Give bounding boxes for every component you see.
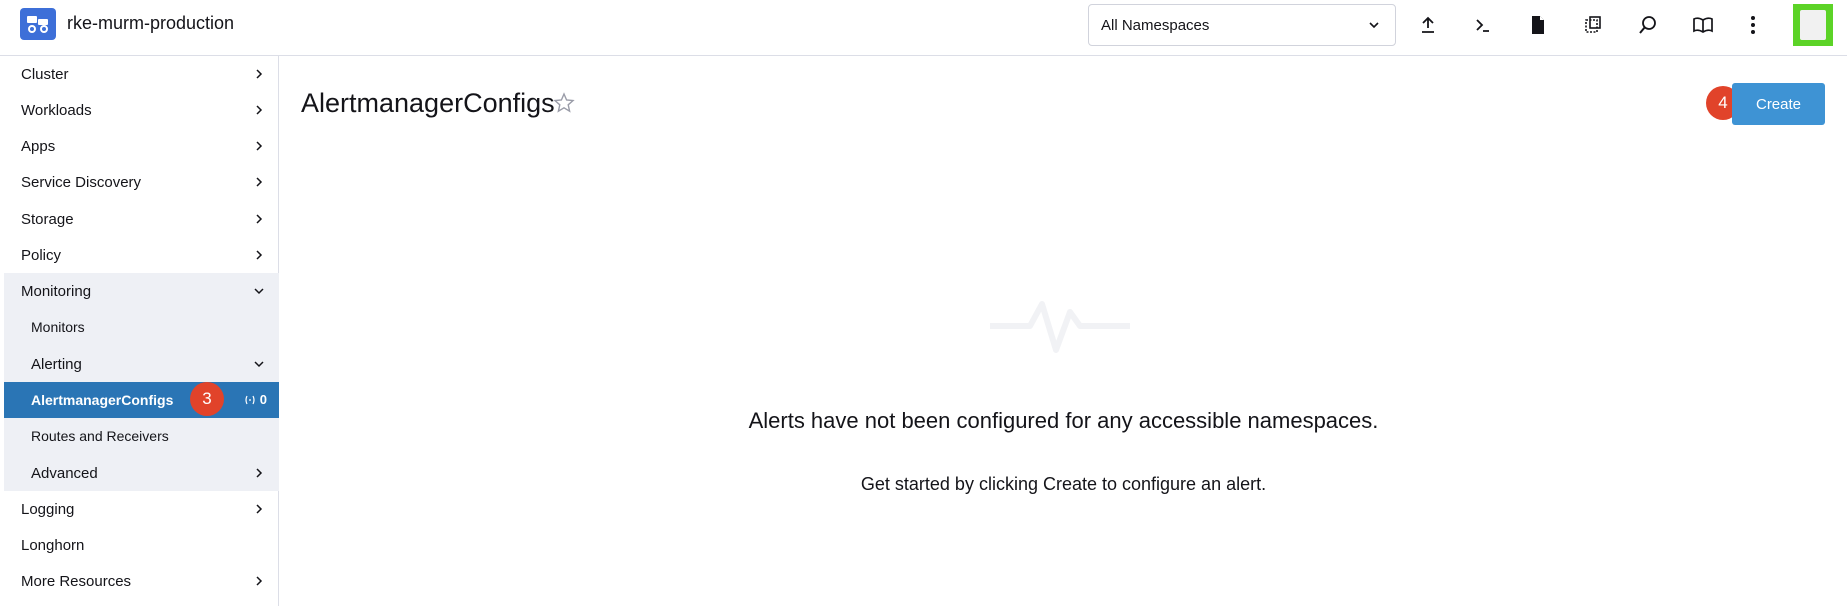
- sidebar-item-alertmanagerconfigs[interactable]: AlertmanagerConfigs 0: [4, 382, 279, 418]
- chevron-right-icon: [256, 576, 263, 586]
- sidebar-item-label: Alerting: [31, 355, 82, 373]
- page-title: AlertmanagerConfigs: [301, 88, 555, 118]
- chevron-down-icon: [254, 288, 264, 295]
- sidebar-item-workloads[interactable]: Workloads: [4, 92, 279, 128]
- copy-config-icon[interactable]: [1580, 12, 1606, 38]
- sidebar-item-apps[interactable]: Apps: [4, 128, 279, 164]
- book-icon[interactable]: [1690, 12, 1716, 38]
- sidebar-item-label: Policy: [21, 246, 62, 264]
- sidebar-item-cluster[interactable]: Cluster: [4, 56, 279, 92]
- sidebar-item-alerting[interactable]: Alerting: [4, 346, 279, 382]
- sidebar-item-label: Cluster: [21, 65, 69, 83]
- sidebar-item-label: Storage: [21, 210, 74, 228]
- sidebar-item-label: Service Discovery: [21, 173, 142, 191]
- chevron-right-icon: [256, 250, 263, 260]
- sidebar-item-label: Longhorn: [21, 536, 85, 554]
- sidebar-item-label: Routes and Receivers: [31, 428, 169, 444]
- sidebar-item-service-discovery[interactable]: Service Discovery: [4, 164, 279, 200]
- chevron-right-icon: [256, 177, 263, 187]
- chevron-right-icon: [256, 69, 263, 79]
- chevron-right-icon: [256, 504, 263, 514]
- sidebar-item-storage[interactable]: Storage: [4, 201, 279, 237]
- namespaced-icon: [245, 395, 255, 404]
- sidebar-item-label: Monitoring: [21, 282, 92, 300]
- file-icon[interactable]: [1525, 12, 1551, 38]
- chevron-right-icon: [256, 468, 263, 478]
- sidebar-item-monitors[interactable]: Monitors: [4, 309, 279, 345]
- cluster-logo-icon[interactable]: [20, 8, 56, 40]
- sidebar-item-monitoring[interactable]: Monitoring: [4, 273, 279, 309]
- step-marker-3: 3: [190, 382, 224, 416]
- empty-state-subtitle: Get started by clicking Create to config…: [860, 474, 1267, 494]
- empty-state-title: Alerts have not been configured for any …: [748, 408, 1379, 433]
- terminal-icon[interactable]: [1470, 12, 1496, 38]
- sidebar-item-routes-and-receivers[interactable]: Routes and Receivers: [4, 418, 279, 454]
- chevron-right-icon: [256, 105, 263, 115]
- sidebar-item-label: More Resources: [21, 572, 132, 590]
- sidebar-item-label: Apps: [21, 137, 56, 155]
- sidebar-item-label: Workloads: [21, 101, 92, 119]
- chevron-right-icon: [256, 214, 263, 224]
- upload-icon[interactable]: [1415, 12, 1441, 38]
- sidebar-nav: Cluster Workloads Apps Service Discovery…: [4, 56, 279, 606]
- kebab-menu-icon[interactable]: [1740, 12, 1766, 38]
- chevron-right-icon: [256, 141, 263, 151]
- cluster-name: rke-murm-production: [67, 13, 235, 33]
- heartbeat-icon: [990, 301, 1130, 353]
- create-button[interactable]: Create: [1732, 83, 1825, 125]
- sidebar-item-label: Monitors: [31, 319, 85, 335]
- search-icon[interactable]: [1635, 12, 1661, 38]
- top-header: rke-murm-production All Namespaces: [0, 0, 1847, 56]
- sidebar-item-more-resources[interactable]: More Resources: [4, 563, 279, 599]
- sidebar-item-logging[interactable]: Logging: [4, 491, 279, 527]
- sidebar-item-longhorn[interactable]: Longhorn: [4, 527, 279, 563]
- chevron-down-icon: [254, 361, 264, 368]
- sidebar-item-policy[interactable]: Policy: [4, 237, 279, 273]
- sidebar-item-advanced[interactable]: Advanced: [4, 455, 279, 491]
- sidebar-item-label: AlertmanagerConfigs: [31, 392, 174, 408]
- resource-count: 0: [259, 392, 267, 407]
- namespace-select[interactable]: All Namespaces: [1088, 4, 1396, 46]
- favorite-star-icon[interactable]: [553, 92, 575, 114]
- namespace-select-value: All Namespaces: [1101, 16, 1210, 34]
- resource-count-badge: 0: [244, 392, 267, 407]
- user-avatar[interactable]: [1793, 4, 1833, 46]
- sidebar-item-label: Logging: [21, 500, 75, 518]
- chevron-down-icon: [1369, 22, 1379, 29]
- sidebar-item-label: Advanced: [31, 464, 98, 482]
